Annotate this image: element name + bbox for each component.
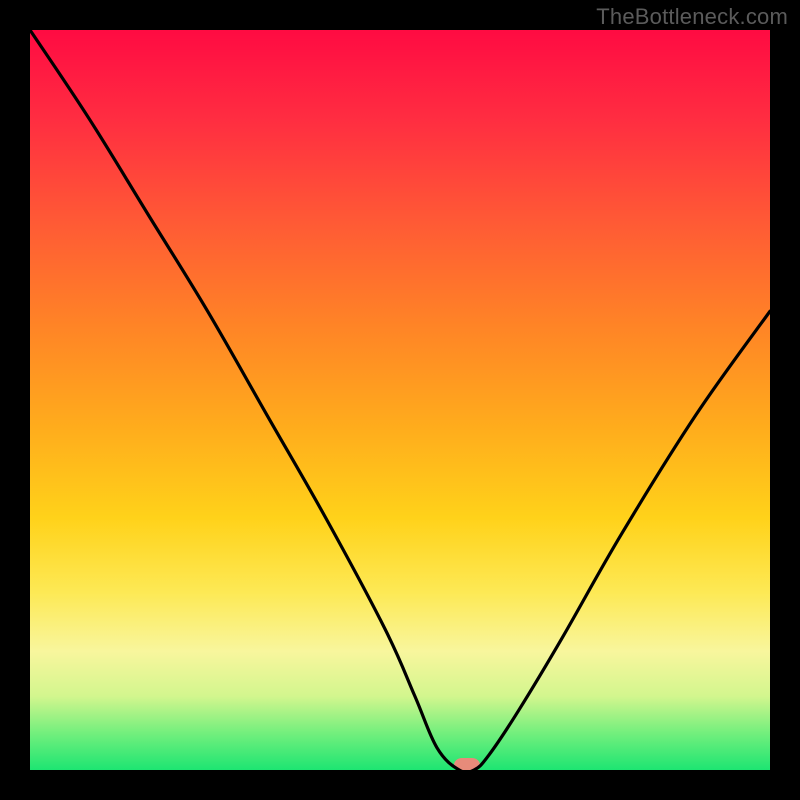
bottleneck-curve xyxy=(30,30,770,770)
watermark-text: TheBottleneck.com xyxy=(596,4,788,30)
curve-path xyxy=(30,30,770,770)
chart-frame: TheBottleneck.com xyxy=(0,0,800,800)
plot-area xyxy=(30,30,770,770)
